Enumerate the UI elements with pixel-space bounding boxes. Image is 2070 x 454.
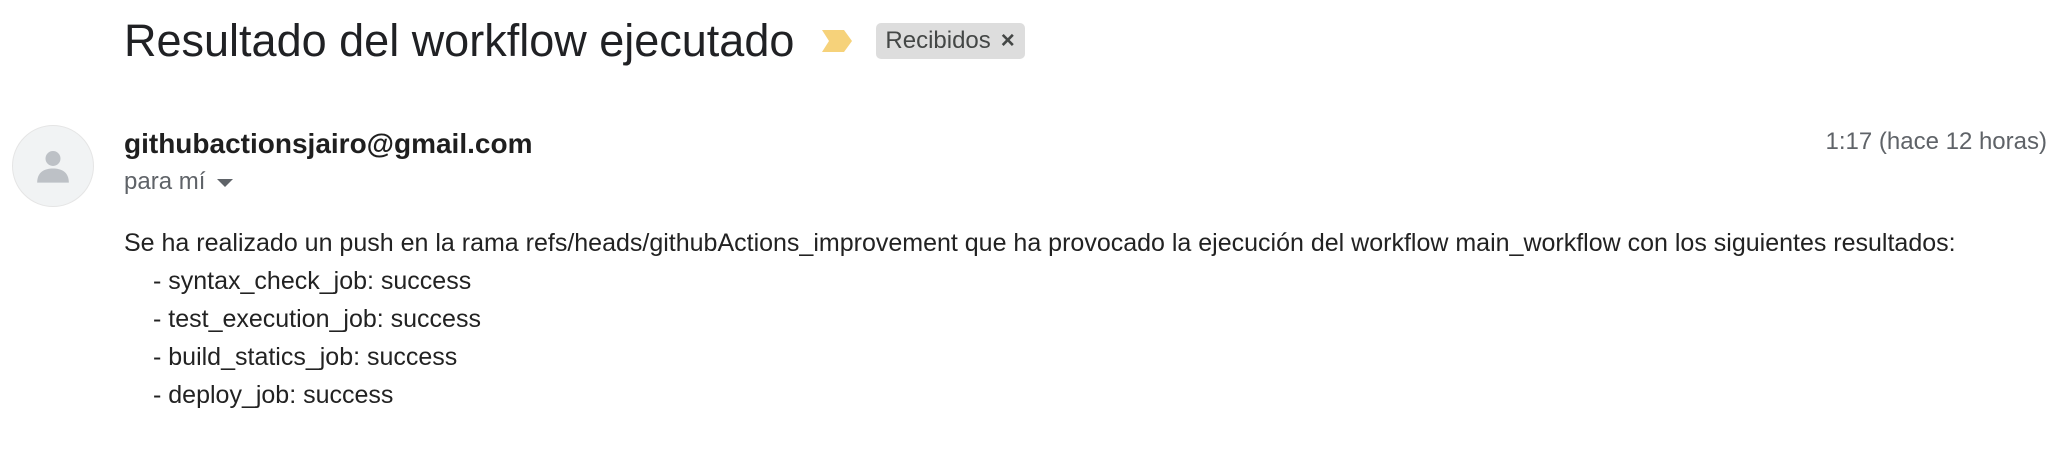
recipient-details-toggle[interactable]: para mí <box>124 168 234 196</box>
label-chip-text: Recibidos <box>885 27 991 54</box>
recipient-label: para mí <box>124 168 206 195</box>
list-item: - test_execution_job: success <box>153 305 481 333</box>
message-intro: Se ha realizado un push en la rama refs/… <box>124 229 1956 257</box>
list-item: - build_statics_job: success <box>153 343 458 371</box>
job-results-list: - syntax_check_job: success - test_execu… <box>124 262 1956 414</box>
avatar[interactable] <box>12 125 94 207</box>
remove-label-icon[interactable]: × <box>1001 29 1015 53</box>
email-subject: Resultado del workflow ejecutado <box>124 15 795 66</box>
sender-address[interactable]: githubactionsjairo@gmail.com <box>124 128 532 160</box>
label-chip-inbox[interactable]: Recibidos × <box>876 23 1025 59</box>
subject-row: Resultado del workflow ejecutado Recibid… <box>124 8 1025 74</box>
message-timestamp: 1:17 (hace 12 horas) <box>1825 128 2047 155</box>
list-item: - deploy_job: success <box>153 381 394 409</box>
chevron-down-icon[interactable] <box>217 179 234 187</box>
message-body: Se ha realizado un push en la rama refs/… <box>124 224 1956 414</box>
list-item: - syntax_check_job: success <box>153 267 472 295</box>
importance-marker-icon[interactable] <box>820 28 854 54</box>
default-person-icon <box>37 151 69 183</box>
